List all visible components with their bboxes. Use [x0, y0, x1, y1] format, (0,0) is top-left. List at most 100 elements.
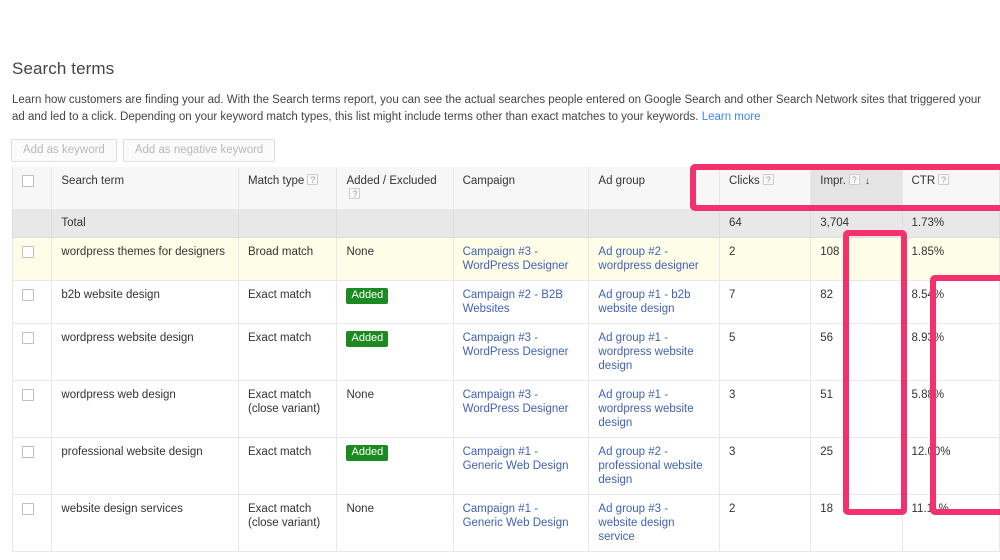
header-match-type-label: Match type — [248, 175, 305, 187]
cell-campaign-link[interactable]: Campaign #1 - Generic Web Design — [463, 503, 569, 529]
table-row[interactable]: wordpress website design Exact match Added… — [11, 323, 1000, 381]
added-badge: Added — [346, 445, 389, 461]
table-row[interactable]: b2b website design Exact match Added Campai… — [11, 280, 1000, 324]
cell-search-term: wordpress web design — [51, 380, 239, 438]
cell-campaign[interactable]: Campaign #3 - WordPress Designer — [452, 323, 590, 381]
cell-search-term: wordpress themes for designers — [51, 237, 239, 281]
cell-match-type: Exact match — [237, 437, 338, 495]
row-checkbox-cell[interactable] — [11, 280, 53, 324]
total-match-type — [237, 209, 338, 238]
total-ctr: 1.73% — [901, 209, 1000, 238]
cell-search-term: wordpress website design — [51, 323, 239, 381]
table-row[interactable]: professional website design Exact match Ad… — [11, 437, 1000, 495]
cell-clicks: 3 — [719, 380, 812, 438]
intro-description: Learn how customers are finding your ad.… — [12, 92, 988, 126]
header-campaign-label: Campaign — [462, 175, 516, 187]
header-match-type[interactable]: Match type? — [237, 167, 338, 210]
help-icon[interactable]: ? — [307, 174, 319, 185]
row-checkbox-cell[interactable] — [11, 494, 53, 552]
cell-impressions: 51 — [810, 380, 903, 438]
help-icon[interactable]: ? — [349, 188, 361, 199]
total-added-excluded — [336, 209, 454, 238]
header-clicks[interactable]: Clicks? — [719, 167, 812, 210]
cell-ad-group-link[interactable]: Ad group #1 - wordpress website design — [598, 389, 693, 429]
cell-ad-group[interactable]: Ad group #1 - wordpress website design — [588, 323, 721, 381]
cell-match-type: Exact match (close variant) — [237, 380, 338, 438]
cell-added-excluded: None — [336, 494, 454, 552]
table-body: Total 64 3,704 1.73% wordpress themes fo… — [11, 209, 1000, 552]
row-checkbox[interactable] — [22, 245, 34, 258]
cell-ad-group[interactable]: Ad group #1 - wordpress website design — [588, 380, 721, 438]
add-as-negative-keyword-button[interactable]: Add as negative keyword — [122, 139, 276, 162]
cell-match-type: Exact match (close variant) — [237, 494, 338, 552]
cell-campaign-link[interactable]: Campaign #3 - WordPress Designer — [463, 389, 569, 415]
cell-campaign[interactable]: Campaign #3 - WordPress Designer — [452, 380, 590, 438]
row-checkbox-cell[interactable] — [11, 437, 53, 495]
search-terms-table: Search term Match type? Added / Excluded… — [11, 167, 1000, 552]
cell-ctr: 1.85% — [901, 237, 1000, 281]
help-icon[interactable]: ? — [938, 174, 950, 185]
cell-ad-group-link[interactable]: Ad group #2 - professional website desig… — [598, 446, 702, 486]
cell-added-excluded: Added — [336, 437, 454, 495]
cell-ctr: 8.54% — [901, 280, 1000, 324]
learn-more-link[interactable]: Learn more — [702, 111, 761, 123]
cell-ad-group-link[interactable]: Ad group #1 - wordpress website design — [598, 332, 693, 372]
cell-campaign[interactable]: Campaign #3 - WordPress Designer — [452, 237, 590, 281]
search-terms-report-page: Search terms Learn how customers are fin… — [0, 0, 1000, 560]
row-checkbox[interactable] — [22, 445, 34, 458]
row-checkbox[interactable] — [22, 388, 34, 401]
cell-campaign-link[interactable]: Campaign #2 - B2B Websites — [463, 289, 563, 315]
row-checkbox[interactable] — [22, 331, 34, 344]
row-checkbox-cell[interactable] — [11, 237, 53, 281]
header-added-excluded-label: Added / Excluded — [346, 175, 437, 187]
cell-match-type: Exact match — [237, 280, 338, 324]
cell-campaign[interactable]: Campaign #1 - Generic Web Design — [452, 494, 590, 552]
sort-descending-icon[interactable]: ↓ — [865, 175, 870, 189]
row-checkbox-cell[interactable] — [11, 323, 53, 381]
row-checkbox[interactable] — [22, 502, 34, 515]
header-ctr[interactable]: CTR? — [901, 167, 1000, 210]
cell-ad-group-link[interactable]: Ad group #3 - website design service — [598, 503, 674, 543]
help-icon[interactable]: ? — [848, 174, 860, 185]
table-row[interactable]: wordpress web design Exact match (close v… — [11, 380, 1000, 438]
cell-added-excluded: None — [336, 380, 454, 438]
cell-campaign[interactable]: Campaign #1 - Generic Web Design — [452, 437, 590, 495]
row-checkbox[interactable] — [22, 288, 34, 301]
table-row[interactable]: website design services Exact match (clos… — [11, 494, 1000, 552]
cell-clicks: 2 — [719, 237, 812, 281]
table-toolbar: Add as keyword Add as negative keyword — [11, 139, 276, 162]
help-icon[interactable]: ? — [762, 174, 774, 185]
cell-added-excluded: Added — [336, 323, 454, 381]
cell-clicks: 2 — [719, 494, 812, 552]
header-search-term[interactable]: Search term — [51, 167, 239, 210]
table-row[interactable]: wordpress themes for designers Broad matc… — [11, 237, 1000, 281]
cell-ad-group[interactable]: Ad group #2 - wordpress designer — [588, 237, 721, 281]
cell-campaign[interactable]: Campaign #2 - B2B Websites — [452, 280, 590, 324]
cell-impressions: 108 — [810, 237, 903, 281]
page-title: Search terms — [12, 59, 115, 79]
cell-campaign-link[interactable]: Campaign #3 - WordPress Designer — [463, 332, 569, 358]
cell-ad-group-link[interactable]: Ad group #2 - wordpress designer — [598, 246, 698, 272]
added-badge: Added — [346, 288, 389, 304]
header-campaign[interactable]: Campaign — [452, 167, 590, 210]
header-ad-group[interactable]: Ad group — [588, 167, 721, 210]
total-clicks: 64 — [719, 209, 812, 238]
row-checkbox-cell[interactable] — [11, 380, 53, 438]
cell-ad-group[interactable]: Ad group #1 - b2b website design — [588, 280, 721, 324]
cell-ad-group-link[interactable]: Ad group #1 - b2b website design — [598, 289, 690, 315]
total-label: Total — [51, 209, 239, 238]
cell-campaign-link[interactable]: Campaign #3 - WordPress Designer — [463, 246, 569, 272]
select-all-header — [11, 167, 53, 210]
header-impressions-label: Impr. — [820, 175, 846, 187]
cell-ad-group[interactable]: Ad group #3 - website design service — [588, 494, 721, 552]
header-impressions[interactable]: Impr.? ↓ — [810, 167, 903, 210]
header-clicks-label: Clicks — [729, 175, 760, 187]
cell-search-term: website design services — [51, 494, 239, 552]
cell-ad-group[interactable]: Ad group #2 - professional website desig… — [588, 437, 721, 495]
cell-ctr: 5.88% — [901, 380, 1000, 438]
header-added-excluded[interactable]: Added / Excluded? — [336, 167, 454, 210]
add-as-keyword-button[interactable]: Add as keyword — [11, 139, 117, 162]
intro-text: Learn how customers are finding your ad.… — [12, 93, 982, 123]
cell-campaign-link[interactable]: Campaign #1 - Generic Web Design — [463, 446, 569, 472]
select-all-checkbox[interactable] — [22, 174, 34, 187]
